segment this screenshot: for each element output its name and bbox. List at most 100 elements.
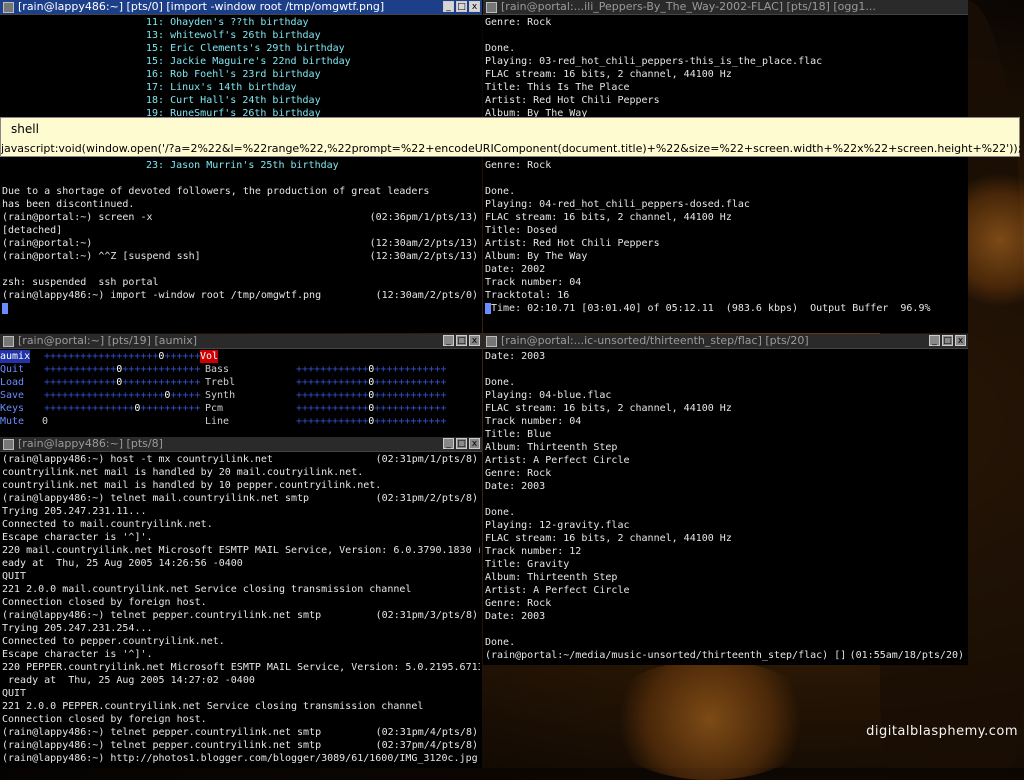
terminal-line: Track number: 12: [485, 545, 966, 558]
terminal-window-pts18[interactable]: [rain@portal:...ili_Peppers-By_The_Way-2…: [483, 0, 968, 333]
line-text: Track number: 04: [485, 416, 582, 427]
terminal-line: Playing: 04-blue.flac: [485, 389, 966, 402]
birthday-list: 11: Ohayden's ??th birthday 13: whitewolf…: [2, 16, 480, 120]
mixer-channel-label[interactable]: Trebl: [205, 376, 235, 389]
maximize-button[interactable]: □: [942, 335, 953, 346]
mixer-row[interactable]: Quit ++++++++++++0+++++++++++++ Bass ++++++…: [0, 363, 480, 376]
window-menu-icon[interactable]: [3, 439, 14, 450]
maximize-button[interactable]: □: [456, 335, 467, 346]
terminal-lines: Genre: Rock Done. Playing: 04-red_hot_chil…: [485, 159, 966, 302]
line-text: Playing: 12-gravity.flac: [485, 520, 630, 531]
mixer-rows[interactable]: aumix +++++++++++++++++++0++++++ Vol Quit ++…: [0, 350, 480, 428]
maximize-button[interactable]: □: [456, 438, 467, 449]
terminal-line: Date: 2003: [485, 350, 966, 363]
balance-slider[interactable]: ++++++++++++0++++++++++++: [296, 402, 447, 415]
mixer-channel-label[interactable]: Bass: [205, 363, 229, 376]
terminal-window-pts0[interactable]: [rain@lappy486:~] [pts/0] [import -windo…: [0, 0, 482, 333]
minimize-button[interactable]: _: [443, 1, 454, 12]
line-text: Connection closed by foreign host.: [2, 597, 207, 608]
window-menu-icon[interactable]: [3, 2, 14, 13]
mixer-menu-item[interactable]: Load: [0, 376, 24, 389]
terminal-window-pts20[interactable]: [rain@portal:...ic-unsorted/thirteenth_s…: [483, 334, 968, 665]
close-button[interactable]: x: [469, 335, 480, 346]
line-text: countryilink.net mail is handled by 20 m…: [2, 467, 364, 478]
terminal-window-pts8[interactable]: [rain@lappy486:~] [pts/8] _ □ x (rain@la…: [0, 437, 482, 768]
balance-slider[interactable]: ++++++++++++0++++++++++++: [296, 389, 447, 402]
mixer-row[interactable]: aumix +++++++++++++++++++0++++++ Vol: [0, 350, 480, 363]
line-text: Playing: 04-red_hot_chili_peppers-dosed.…: [485, 199, 750, 210]
volume-slider[interactable]: +++++++++++++++++++0++++++: [44, 350, 201, 363]
line-text: Date: 2003: [485, 611, 546, 622]
line-text: Artist: Red Hot Chili Peppers: [485, 238, 660, 249]
line-text: QUIT: [2, 688, 27, 699]
mixer-channel-label[interactable]: Line: [205, 415, 229, 428]
line-text: (rain@lappy486:~) telnet pepper.countryi…: [2, 727, 322, 738]
mixer-channel-label[interactable]: Vol: [200, 350, 219, 363]
mixer-menu-item[interactable]: Save: [0, 389, 24, 402]
mixer-menu-item[interactable]: Keys: [0, 402, 24, 415]
terminal-line: Title: Blue: [485, 428, 966, 441]
terminal-line: Genre: Rock: [485, 597, 966, 610]
volume-slider[interactable]: ++++++++++++0+++++++++++++: [44, 363, 201, 376]
mixer-row[interactable]: Load ++++++++++++0+++++++++++++ Trebl +++++…: [0, 376, 480, 389]
prompt-timestamp: (01:55am/18/pts/20): [849, 650, 964, 661]
line-text: Artist: Red Hot Chili Peppers: [485, 95, 660, 106]
mixer-row[interactable]: Save ++++++++++++++++++++0+++++ Synth +++++…: [0, 389, 480, 402]
line-text: QUIT: [2, 571, 27, 582]
balance-slider[interactable]: ++++++++++++0++++++++++++: [296, 376, 447, 389]
minimize-button[interactable]: _: [929, 335, 940, 346]
mixer-menu-item[interactable]: Quit: [0, 363, 24, 376]
close-button[interactable]: x: [469, 438, 480, 449]
window-titlebar[interactable]: [rain@lappy486:~] [pts/8] _ □ x: [0, 437, 482, 452]
window-titlebar[interactable]: [rain@portal:...ili_Peppers-By_The_Way-2…: [483, 0, 968, 15]
balance-slider[interactable]: ++++++++++++0++++++++++++: [296, 363, 447, 376]
mixer-channel-label[interactable]: Pcm: [205, 402, 223, 415]
window-titlebar[interactable]: [rain@portal:~] [pts/19] [aumix] _ □ x: [0, 334, 482, 349]
maximize-button[interactable]: □: [456, 1, 467, 12]
window-titlebar[interactable]: [rain@portal:...ic-unsorted/thirteenth_s…: [483, 334, 968, 349]
line-text: (rain@lappy486:~) telnet mail.countryili…: [2, 493, 310, 504]
line-text: Playing: 04-blue.flac: [485, 390, 612, 401]
window-titlebar[interactable]: [rain@lappy486:~] [pts/0] [import -windo…: [0, 0, 482, 15]
window-menu-icon[interactable]: [486, 2, 497, 13]
playback-status: Time: 02:10.71 [03:01.40] of 05:12.11 (9…: [491, 303, 931, 314]
line-text: Tracktotal: 16: [485, 290, 570, 301]
bookmark-tooltip: shell javascript:void(window.open('/?a=2…: [0, 117, 1021, 157]
watermark: digitalblasphemy.com: [866, 724, 1018, 739]
mixer-panel[interactable]: aumix +++++++++++++++++++0++++++ Vol Quit ++…: [0, 350, 480, 438]
window-menu-icon[interactable]: [3, 336, 14, 347]
balance-slider[interactable]: ++++++++++++0++++++++++++: [296, 415, 447, 428]
volume-slider[interactable]: ++++++++++++++++++++0+++++: [44, 389, 201, 402]
line-text: Date: 2003: [485, 481, 546, 492]
terminal-output[interactable]: (rain@lappy486:~) host -t mx countryilin…: [2, 453, 480, 768]
terminal-output[interactable]: 11: Ohayden's ??th birthday 13: whitewolf…: [2, 16, 480, 333]
aumix-window[interactable]: [rain@portal:~] [pts/19] [aumix] _ □ x a…: [0, 334, 482, 438]
terminal-line: QUIT: [2, 570, 480, 583]
volume-slider[interactable]: +++++++++++++++0++++++++++: [44, 402, 201, 415]
window-menu-icon[interactable]: [486, 336, 497, 347]
mixer-menu-item[interactable]: Mute: [0, 415, 24, 428]
terminal-output[interactable]: Genre: Rock Done. Playing: 03-red_hot_chil…: [485, 16, 966, 333]
terminal-lines: (rain@lappy486:~) host -t mx countryilin…: [2, 453, 480, 765]
line-text: (rain@lappy486:~) http://photos1.blogger…: [2, 753, 478, 764]
line-timestamp: (02:31pm/3/pts/8): [375, 610, 478, 621]
volume-slider[interactable]: ++++++++++++0+++++++++++++: [44, 376, 201, 389]
mixer-channel-label[interactable]: Synth: [205, 389, 235, 402]
close-button[interactable]: x: [469, 1, 480, 12]
terminal-line: 221 2.0.0 PEPPER.countryilink.net Servic…: [2, 700, 480, 713]
line-text: Connected to pepper.countryilink.net.: [2, 636, 225, 647]
mixer-menu-item[interactable]: aumix: [0, 350, 31, 363]
line-text: 13: whitewolf's 26th birthday: [146, 30, 321, 41]
mixer-row[interactable]: Keys +++++++++++++++0++++++++++ Pcm +++++++…: [0, 402, 480, 415]
terminal-output[interactable]: Date: 2003 Done. Playing: 04-blue.flac FLAC…: [485, 350, 966, 665]
line-text: 15: Eric Clements's 29th birthday: [146, 43, 345, 54]
minimize-button[interactable]: _: [443, 335, 454, 346]
minimize-button[interactable]: _: [443, 438, 454, 449]
line-text: ready at Thu, 25 Aug 2005 14:27:02 -0400: [2, 675, 255, 686]
terminal-line: FLAC stream: 16 bits, 2 channel, 44100 H…: [485, 532, 966, 545]
mixer-row[interactable]: Mute 0 Line ++++++++++++0++++++++++++: [0, 415, 480, 428]
close-button[interactable]: x: [955, 335, 966, 346]
terminal-line: (rain@portal:~) (12:30am/2/pts/13): [2, 237, 480, 250]
